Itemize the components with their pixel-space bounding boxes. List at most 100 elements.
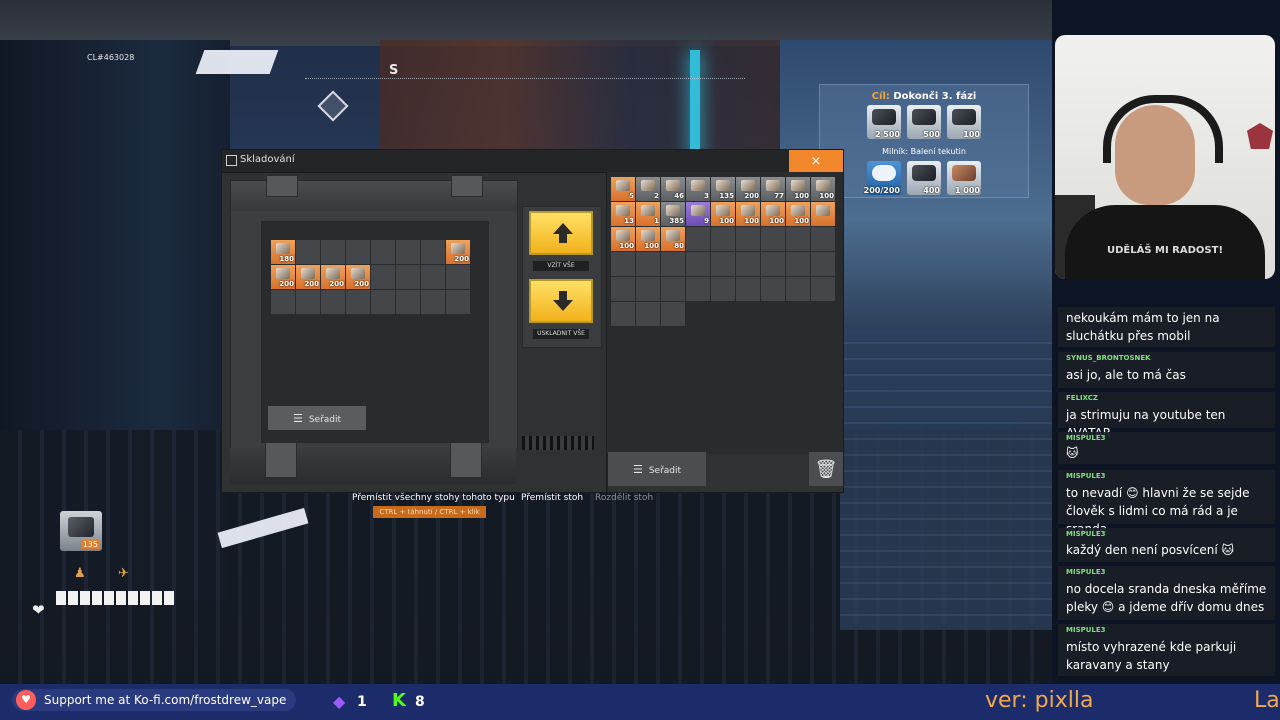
inventory-slot[interactable]: 77 <box>761 177 785 201</box>
inventory-slot[interactable] <box>346 240 370 264</box>
inventory-slot[interactable]: 2 <box>636 177 660 201</box>
take-all-button[interactable] <box>529 211 593 255</box>
inventory-slot[interactable] <box>686 227 710 251</box>
window-icon <box>226 155 237 166</box>
hotbar-selected-item[interactable]: 135 <box>60 511 102 551</box>
inventory-slot[interactable]: 200 <box>346 265 370 289</box>
kofi-text: Support me at Ko-fi.com/frostdrew_vape <box>44 693 287 707</box>
sort-inventory-button[interactable]: ☰ Seřadit <box>608 452 706 486</box>
inventory-slot[interactable] <box>811 227 835 251</box>
inventory-slot[interactable]: 200 <box>296 265 320 289</box>
container-inventory-grid: 180 200 200 200 200 200 <box>271 240 470 314</box>
close-button[interactable]: × <box>789 150 843 172</box>
sort-container-button[interactable]: ☰ Seřadit <box>268 406 366 430</box>
inventory-slot[interactable]: 200 <box>446 240 470 264</box>
inventory-slot[interactable] <box>446 290 470 314</box>
inventory-slot[interactable]: 200 <box>321 265 345 289</box>
inventory-slot[interactable] <box>786 227 810 251</box>
objective-name: Dokonči 3. fázi <box>893 91 977 102</box>
inventory-slot[interactable] <box>661 302 685 326</box>
inventory-slot[interactable] <box>661 277 685 301</box>
inventory-slot[interactable] <box>686 252 710 276</box>
inventory-slot[interactable] <box>761 227 785 251</box>
inventory-slot[interactable]: 180 <box>271 240 295 264</box>
inventory-slot[interactable] <box>321 290 345 314</box>
health-segment <box>80 591 90 605</box>
inventory-slot[interactable]: 135 <box>711 177 735 201</box>
inventory-slot[interactable]: 3 <box>686 177 710 201</box>
inventory-slot[interactable] <box>321 240 345 264</box>
inventory-slot[interactable]: 200 <box>271 265 295 289</box>
item-icon <box>451 243 465 254</box>
slot-qty: 80 <box>674 242 684 250</box>
slot-qty: 200 <box>354 280 369 288</box>
inventory-slot[interactable] <box>611 302 635 326</box>
chat-panel: nekoukám mám to jen na sluchátku přes mo… <box>1055 305 1275 677</box>
inventory-slot[interactable]: 46 <box>661 177 685 201</box>
inventory-slot[interactable]: 80 <box>661 227 685 251</box>
inventory-slot[interactable] <box>446 265 470 289</box>
inventory-slot[interactable]: 100 <box>736 202 760 226</box>
foundation-floor <box>840 330 1052 630</box>
player-inventory-grid: 5 2 46 3 135 200 77 100 100 13 1 385 9 100 100 100 100 10… <box>611 177 835 326</box>
inventory-slot[interactable]: 5 <box>611 177 635 201</box>
inventory-slot[interactable] <box>296 240 320 264</box>
inventory-slot[interactable] <box>811 277 835 301</box>
transfer-panel: VZÍT VŠE USKLADNIT VŠE <box>522 206 602 348</box>
trash-icon[interactable]: 🗑 <box>809 452 843 486</box>
tool-icon <box>68 517 94 537</box>
milestone-label: Milník: Balení tekutin <box>882 147 966 156</box>
inventory-slot[interactable]: 100 <box>761 202 785 226</box>
inventory-slot[interactable] <box>371 240 395 264</box>
inventory-slot[interactable] <box>296 290 320 314</box>
item-icon <box>351 268 365 279</box>
item-icon <box>641 180 655 191</box>
sort-icon: ☰ <box>632 462 643 476</box>
inventory-slot[interactable] <box>421 265 445 289</box>
inventory-slot[interactable] <box>711 227 735 251</box>
inventory-slot[interactable] <box>396 290 420 314</box>
inventory-slot[interactable]: 9 <box>686 202 710 226</box>
inventory-slot[interactable] <box>786 277 810 301</box>
inventory-slot[interactable] <box>686 277 710 301</box>
inventory-slot[interactable]: 13 <box>611 202 635 226</box>
inventory-slot[interactable]: 100 <box>636 227 660 251</box>
inventory-slot[interactable] <box>421 240 445 264</box>
inventory-slot[interactable]: 100 <box>711 202 735 226</box>
inventory-slot[interactable]: 100 <box>611 227 635 251</box>
inventory-slot[interactable] <box>396 240 420 264</box>
chat-message: nekoukám mám to jen na sluchátku přes mo… <box>1058 307 1275 347</box>
inventory-slot[interactable] <box>636 277 660 301</box>
inventory-slot[interactable] <box>636 302 660 326</box>
inventory-slot[interactable] <box>711 252 735 276</box>
inventory-slot[interactable] <box>811 252 835 276</box>
inventory-slot[interactable] <box>786 252 810 276</box>
inventory-slot[interactable] <box>761 277 785 301</box>
inventory-slot[interactable] <box>271 290 295 314</box>
inventory-slot[interactable]: 200 <box>736 177 760 201</box>
sort-icon: ☰ <box>292 411 303 425</box>
inventory-slot[interactable] <box>421 290 445 314</box>
inventory-slot[interactable]: 1 <box>636 202 660 226</box>
kofi-cup-icon: ♥ <box>16 690 36 710</box>
kofi-link[interactable]: ♥ Support me at Ko-fi.com/frostdrew_vape <box>12 689 297 711</box>
inventory-slot[interactable] <box>371 265 395 289</box>
inventory-slot[interactable] <box>371 290 395 314</box>
store-all-button[interactable] <box>529 279 593 323</box>
inventory-slot[interactable] <box>761 252 785 276</box>
inventory-slot[interactable] <box>711 277 735 301</box>
inventory-slot[interactable] <box>661 252 685 276</box>
inventory-slot[interactable]: 100 <box>811 177 835 201</box>
inventory-slot[interactable] <box>611 252 635 276</box>
inventory-slot[interactable] <box>811 202 835 226</box>
inventory-slot[interactable] <box>736 277 760 301</box>
inventory-slot[interactable] <box>636 252 660 276</box>
inventory-slot[interactable] <box>736 227 760 251</box>
inventory-slot[interactable] <box>736 252 760 276</box>
inventory-slot[interactable]: 100 <box>786 177 810 201</box>
inventory-slot[interactable]: 100 <box>786 202 810 226</box>
inventory-slot[interactable] <box>611 277 635 301</box>
inventory-slot[interactable] <box>396 265 420 289</box>
inventory-slot[interactable] <box>346 290 370 314</box>
inventory-slot[interactable]: 385 <box>661 202 685 226</box>
